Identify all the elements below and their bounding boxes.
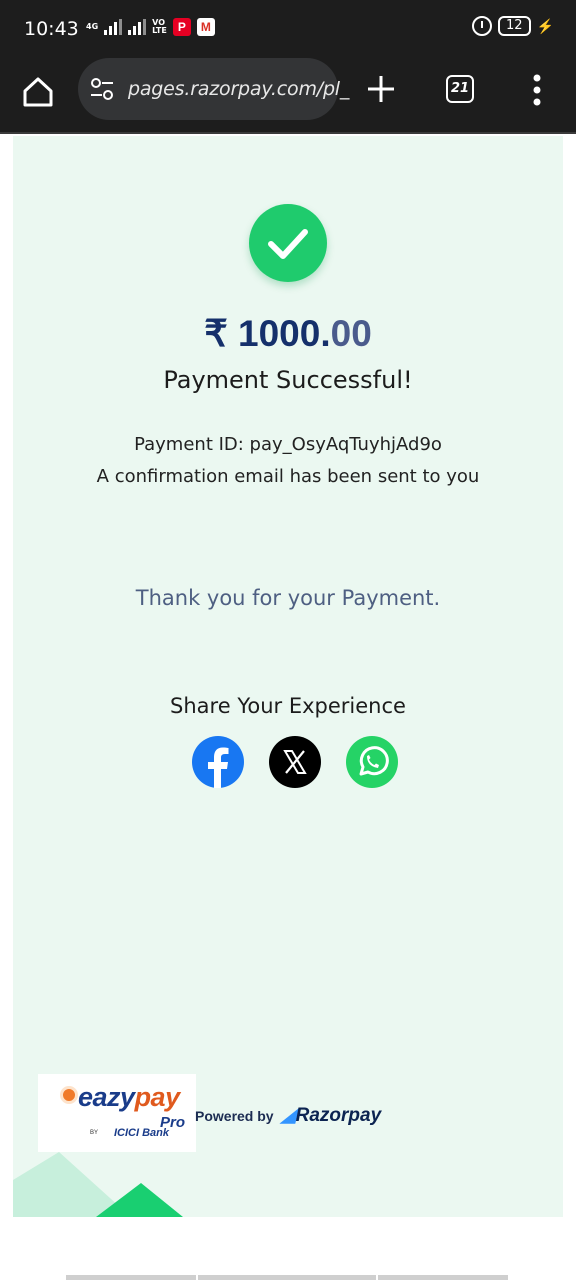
battery-indicator: 12 <box>498 16 531 36</box>
pinterest-icon: P <box>172 18 191 36</box>
signal-2-icon <box>128 19 147 35</box>
gmail-icon: M <box>196 18 215 36</box>
facebook-share-button[interactable] <box>192 736 244 788</box>
status-bar: 10:43 4G VO LTE P M 12 ⚡ <box>0 0 576 58</box>
eazypay-logo: eazypay Pro BY ICICI Bank <box>38 1074 196 1152</box>
decorative-hills <box>13 1152 183 1217</box>
payment-amount: ₹ 1000.00 <box>13 312 563 355</box>
status-icons: 4G VO LTE P M <box>86 18 215 36</box>
status-right: 12 ⚡ <box>472 16 554 36</box>
volte-tag: VO LTE <box>152 18 167 35</box>
razorpay-logo: ◢Razorpay <box>281 1104 381 1127</box>
status-time: 10:43 <box>24 18 79 40</box>
whatsapp-icon <box>359 746 389 776</box>
facebook-icon <box>208 747 229 788</box>
eazypay-suffix: pay <box>134 1082 181 1112</box>
x-icon <box>283 750 307 774</box>
network-tag: 4G <box>86 22 99 31</box>
more-menu-icon[interactable] <box>530 74 544 106</box>
amount-paise: 00 <box>330 313 372 354</box>
signal-icon <box>104 19 123 35</box>
new-tab-icon[interactable] <box>366 74 396 104</box>
browser-toolbar: pages.razorpay.com/pl_ 21 <box>0 58 576 134</box>
eazypay-prefix: eazy <box>78 1082 135 1112</box>
whatsapp-share-button[interactable] <box>346 736 398 788</box>
payment-status-title: Payment Successful! <box>163 366 413 394</box>
home-icon[interactable] <box>20 74 56 110</box>
alarm-icon <box>472 16 493 36</box>
razorpay-mark-icon: ◢ <box>281 1105 296 1126</box>
charging-icon: ⚡ <box>536 17 554 34</box>
razorpay-wordmark: Razorpay <box>295 1105 382 1126</box>
amount-main: 1000. <box>238 313 331 354</box>
payment-success-page: ₹ 1000.00 Payment Successful! Payment ID… <box>13 136 563 1217</box>
address-bar[interactable]: pages.razorpay.com/pl_ <box>78 58 349 120</box>
payment-id: Payment ID: pay_OsyAqTuyhjAd9o <box>134 434 442 455</box>
currency-symbol: ₹ <box>204 313 228 354</box>
eazypay-pin-icon <box>60 1086 78 1104</box>
confirmation-message: A confirmation email has been sent to yo… <box>96 466 480 487</box>
thank-you-message: Thank you for your Payment. <box>135 586 441 610</box>
powered-by-label: Powered by <box>195 1108 274 1124</box>
x-share-button[interactable] <box>269 736 321 788</box>
site-settings-icon[interactable] <box>90 78 114 100</box>
success-check-icon <box>249 204 327 282</box>
gesture-navigation-bar <box>66 1275 510 1280</box>
eazypay-by: BY <box>90 1130 99 1136</box>
share-title: Share Your Experience <box>170 694 406 718</box>
url-text[interactable]: pages.razorpay.com/pl_ <box>128 78 349 100</box>
tab-switcher-button[interactable]: 21 <box>446 75 474 103</box>
icici-bank-label: ICICI Bank <box>114 1127 170 1139</box>
